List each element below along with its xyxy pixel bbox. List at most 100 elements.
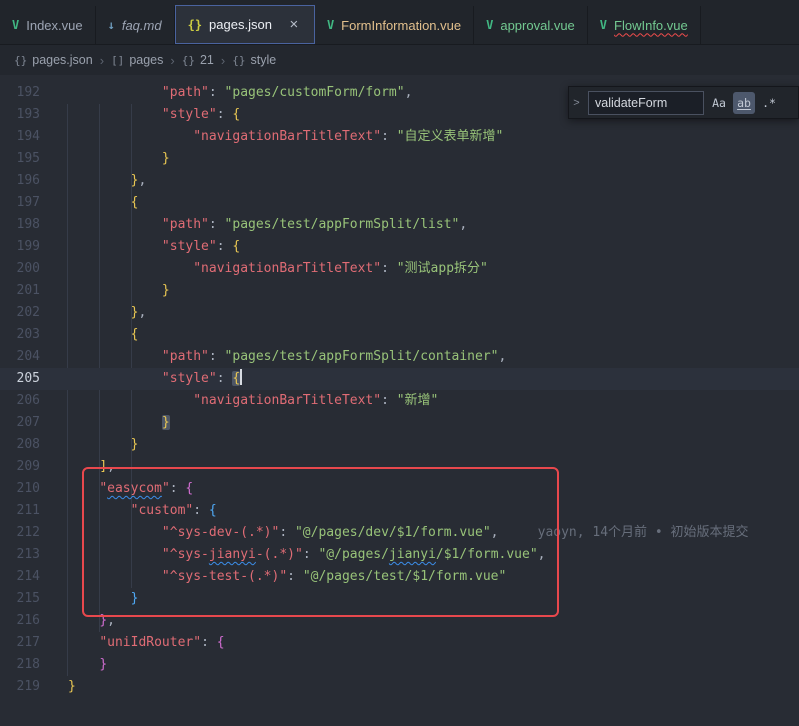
breadcrumb-label: pages.json: [32, 53, 92, 67]
code-token: "navigationBarTitleText": [193, 393, 381, 408]
line-content[interactable]: }: [68, 280, 799, 302]
line-content[interactable]: "^sys-jianyi-(.*)": "@/pages/jianyi/$1/f…: [68, 544, 799, 566]
line-content[interactable]: },: [68, 170, 799, 192]
code-token: {: [217, 635, 225, 650]
line-content[interactable]: "^sys-test-(.*)": "@/pages/test/$1/form.…: [68, 566, 799, 588]
code-token: [68, 217, 162, 232]
code-token: [68, 283, 162, 298]
line-number: 195: [0, 148, 40, 170]
code-token: "^sys-test-(.*)": [162, 569, 287, 584]
match-case-toggle[interactable]: Aa: [708, 92, 730, 114]
breadcrumb-item-21[interactable]: {} 21: [180, 53, 216, 67]
line-number: 201: [0, 280, 40, 302]
tab-pages-json[interactable]: {}pages.json×: [175, 5, 315, 44]
whole-word-toggle[interactable]: ab: [733, 92, 755, 114]
line-content[interactable]: }: [68, 148, 799, 170]
code-token: :: [287, 569, 303, 584]
code-line-218: 218 }: [0, 654, 799, 676]
line-content[interactable]: "easycom": {: [68, 478, 799, 500]
code-token: }: [131, 591, 139, 606]
line-content[interactable]: }: [68, 676, 799, 698]
line-number: 199: [0, 236, 40, 258]
code-token: :: [279, 525, 295, 540]
line-content[interactable]: "custom": {: [68, 500, 799, 522]
code-line-205: 205 "style": {: [0, 368, 799, 390]
line-number: 219: [0, 676, 40, 698]
markdown-icon: ↓: [108, 18, 115, 32]
code-token: [68, 613, 99, 628]
code-token: {: [232, 239, 240, 254]
tab-flowinfo-vue[interactable]: VFlowInfo.vue: [588, 6, 701, 44]
code-line-200: 200 "navigationBarTitleText": "测试app拆分": [0, 258, 799, 280]
code-line-203: 203 {: [0, 324, 799, 346]
code-token: [68, 591, 131, 606]
line-number: 211: [0, 500, 40, 522]
line-content[interactable]: },: [68, 610, 799, 632]
code-token: :: [209, 349, 225, 364]
json-symbol-icon: {}: [14, 54, 27, 67]
line-content[interactable]: "navigationBarTitleText": "测试app拆分": [68, 258, 799, 280]
line-content[interactable]: {: [68, 324, 799, 346]
line-content[interactable]: {: [68, 192, 799, 214]
line-content[interactable]: "style": {: [68, 236, 799, 258]
line-number: 218: [0, 654, 40, 676]
tab-label: Index.vue: [26, 18, 82, 33]
line-content[interactable]: "^sys-dev-(.*)": "@/pages/dev/$1/form.vu…: [68, 522, 799, 544]
line-content[interactable]: }: [68, 434, 799, 456]
code-token: "新增": [397, 393, 439, 408]
vue-icon: V: [12, 18, 19, 32]
code-line-212: 212 "^sys-dev-(.*)": "@/pages/dev/$1/for…: [0, 522, 799, 544]
line-content[interactable]: "path": "pages/test/appFormSplit/list",: [68, 214, 799, 236]
code-token: [68, 657, 99, 672]
line-number: 216: [0, 610, 40, 632]
code-token: :: [217, 371, 233, 386]
code-token: {: [131, 327, 139, 342]
line-content[interactable]: "uniIdRouter": {: [68, 632, 799, 654]
line-content[interactable]: "path": "pages/test/appFormSplit/contain…: [68, 346, 799, 368]
code-line-199: 199 "style": {: [0, 236, 799, 258]
breadcrumb-item-pages[interactable]: []pages: [109, 53, 165, 67]
code-token: [68, 305, 131, 320]
code-token: "pages/test/appFormSplit/container": [225, 349, 499, 364]
code-token: "pages/customForm/form": [225, 85, 405, 100]
code-token: }: [131, 437, 139, 452]
line-content[interactable]: "navigationBarTitleText": "自定义表单新增": [68, 126, 799, 148]
line-content[interactable]: }: [68, 654, 799, 676]
line-content[interactable]: "navigationBarTitleText": "新增": [68, 390, 799, 412]
tab-index-vue[interactable]: V Index.vue: [0, 6, 96, 44]
find-input[interactable]: [588, 91, 704, 115]
code-token: ,: [107, 613, 115, 628]
line-number: 205: [0, 368, 40, 390]
tab-approval-vue[interactable]: Vapproval.vue: [474, 6, 588, 44]
line-number: 217: [0, 632, 40, 654]
code-token: "@/pages/test/$1/form.vue": [303, 569, 507, 584]
toggle-replace-chevron-icon[interactable]: >: [569, 87, 584, 118]
line-number: 204: [0, 346, 40, 368]
line-content[interactable]: "style": {: [68, 368, 799, 390]
tab-forminformation-vue[interactable]: VFormInformation.vue: [315, 6, 474, 44]
code-token: [68, 481, 99, 496]
breadcrumb-label: 21: [200, 53, 214, 67]
close-icon[interactable]: ×: [286, 16, 302, 33]
line-content[interactable]: },: [68, 302, 799, 324]
breadcrumb-item-pages-json[interactable]: {} pages.json: [12, 53, 95, 67]
line-number: 200: [0, 258, 40, 280]
regex-toggle[interactable]: .*: [758, 92, 780, 114]
breadcrumb-item-style[interactable]: {}style: [230, 53, 278, 67]
line-content[interactable]: ],: [68, 456, 799, 478]
line-content[interactable]: }: [68, 588, 799, 610]
code-token: jianyi: [389, 547, 436, 562]
line-number: 196: [0, 170, 40, 192]
find-widget: > Aaab.*: [568, 86, 799, 119]
code-token: [68, 393, 193, 408]
object-symbol-icon: {}: [182, 54, 195, 67]
code-token: {: [232, 371, 240, 386]
code-line-214: 214 "^sys-test-(.*)": "@/pages/test/$1/f…: [0, 566, 799, 588]
code-token: [68, 525, 162, 540]
line-number: 203: [0, 324, 40, 346]
code-token: [68, 547, 162, 562]
tab-faq-md[interactable]: ↓faq.md: [96, 6, 175, 44]
breadcrumb: {}pages.json›[]pages›{}21›{}style: [0, 45, 799, 75]
code-line-217: 217 "uniIdRouter": {: [0, 632, 799, 654]
line-content[interactable]: }: [68, 412, 799, 434]
